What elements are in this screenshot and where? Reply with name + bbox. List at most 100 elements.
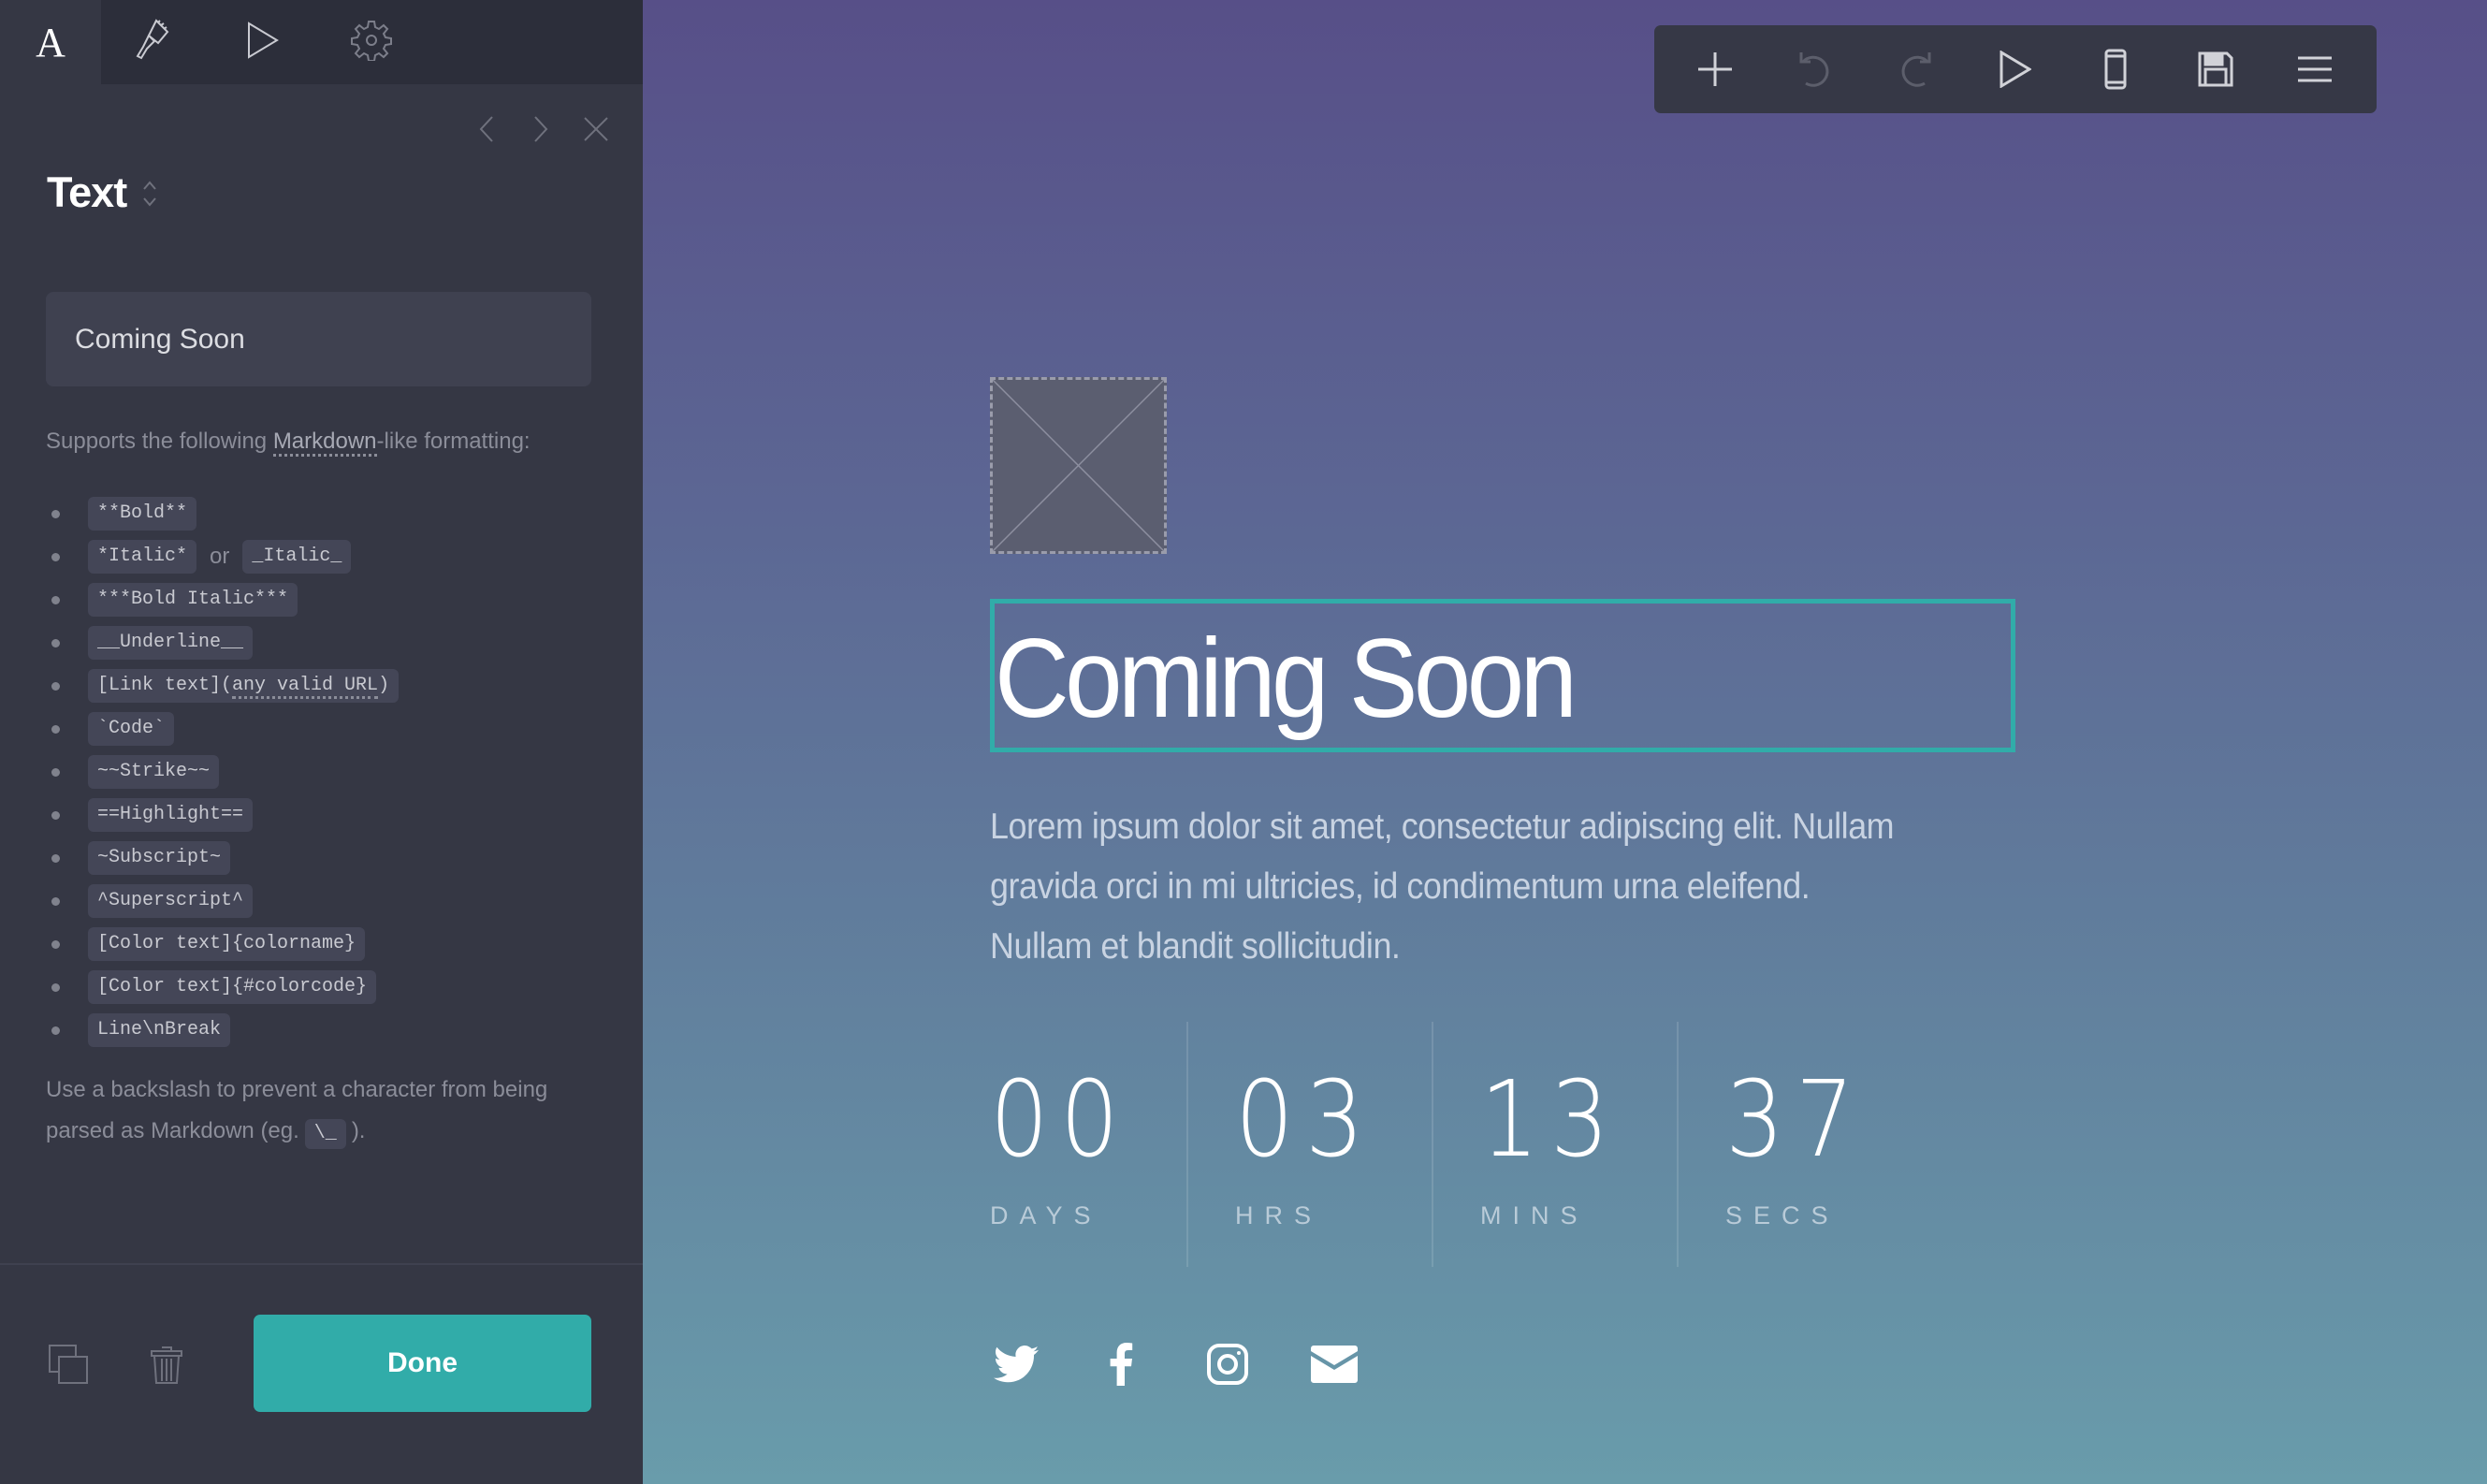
trash-icon	[151, 1346, 182, 1384]
format-code: __Underline__	[88, 626, 254, 660]
image-placeholder-icon	[993, 380, 1164, 551]
list-item: ^Superscript^	[46, 880, 399, 923]
markdown-format-list: **Bold** *Italic* or _Italic_ ***Bold Ital…	[46, 492, 400, 1052]
markdown-help-text: Supports the following Markdown-like for…	[46, 429, 531, 457]
list-item: [Color text]{#colorcode}	[46, 966, 399, 1009]
list-item: [Link text](any valid URL)	[46, 664, 400, 707]
countdown-label: DAYS	[990, 1201, 1102, 1229]
tab-settings[interactable]	[320, 0, 423, 84]
footer-divider	[0, 1263, 643, 1265]
tab-text[interactable]: A	[0, 0, 101, 84]
selected-heading-block[interactable]: Coming Soon	[990, 599, 2015, 752]
chevron-right-icon	[534, 116, 548, 142]
countdown-divider	[1186, 1022, 1188, 1267]
countdown-value: 13	[1480, 1059, 1622, 1181]
list-item: __Underline__	[46, 621, 399, 664]
add-block-button[interactable]	[1682, 36, 1748, 102]
list-item: ==Highlight==	[46, 793, 399, 837]
format-code: ~~Strike~~	[88, 755, 220, 789]
section-title: Text	[47, 168, 158, 217]
editor-panel: A Text Coming Soon Supports the followin…	[0, 0, 643, 1484]
format-code-url-hint: any valid URL	[232, 675, 379, 699]
format-code-link: [Link text](any valid URL)	[88, 669, 400, 703]
chevron-left-icon	[479, 116, 493, 142]
instagram-icon	[1207, 1344, 1248, 1385]
markdown-link[interactable]: Markdown	[272, 429, 377, 457]
floppy-disk-icon	[2198, 51, 2233, 87]
page-paragraph[interactable]: Lorem ipsum dolor sit amet, consectetur …	[990, 797, 1902, 977]
save-button[interactable]	[2183, 36, 2248, 102]
next-element-button[interactable]	[522, 110, 560, 148]
preview-button[interactable]	[1983, 36, 2048, 102]
countdown-value: 37	[1725, 1059, 1867, 1181]
countdown-value: 00	[990, 1059, 1131, 1181]
list-item: ***Bold Italic***	[46, 578, 399, 621]
redo-icon	[1901, 52, 1931, 87]
format-code: *Italic*	[88, 540, 197, 574]
countdown-value: 03	[1235, 1059, 1376, 1181]
tab-preview[interactable]	[211, 0, 314, 84]
format-code: **Bold**	[88, 497, 197, 531]
format-joiner: or	[210, 544, 230, 569]
backslash-note: Use a backslash to prevent a character f…	[46, 1069, 607, 1152]
sort-arrows-icon	[143, 180, 156, 207]
countdown-label: MINS	[1480, 1201, 1589, 1229]
tab-style[interactable]	[105, 0, 208, 84]
done-button[interactable]: Done	[254, 1315, 591, 1412]
list-item: Line\nBreak	[46, 1009, 399, 1052]
section-title-label: Text	[47, 168, 127, 216]
gear-icon	[351, 20, 392, 65]
close-panel-button[interactable]	[577, 110, 615, 148]
instagram-link[interactable]	[1201, 1338, 1254, 1390]
format-code: ^Superscript^	[88, 884, 254, 918]
format-code: ==Highlight==	[88, 798, 254, 832]
list-item: *Italic* or _Italic_	[46, 535, 399, 578]
editor-tab-bar: A	[0, 0, 643, 84]
countdown-divider	[1432, 1022, 1433, 1267]
play-icon	[247, 21, 279, 64]
text-style-icon: A	[36, 19, 65, 65]
email-icon	[1311, 1346, 1358, 1383]
main-toolbar	[1654, 25, 2377, 113]
page-heading[interactable]: Coming Soon	[995, 613, 1578, 744]
mobile-view-button[interactable]	[2083, 36, 2148, 102]
format-code: ~Subscript~	[88, 841, 231, 875]
countdown-label: HRS	[1235, 1201, 1323, 1229]
email-link[interactable]	[1308, 1338, 1360, 1390]
undo-button[interactable]	[1782, 36, 1848, 102]
text-content-input[interactable]	[46, 292, 591, 386]
delete-button[interactable]	[140, 1338, 193, 1390]
plus-icon	[1698, 52, 1733, 86]
countdown-label: SECS	[1725, 1201, 1840, 1229]
duplicate-icon	[49, 1345, 88, 1384]
backslash-example: \_	[304, 1119, 346, 1149]
image-placeholder[interactable]	[990, 377, 1167, 554]
menu-button[interactable]	[2282, 36, 2348, 102]
paintbrush-icon	[136, 18, 177, 66]
mobile-icon	[2104, 49, 2127, 90]
undo-icon	[1799, 52, 1829, 87]
format-code: Line\nBreak	[88, 1013, 231, 1047]
format-code: _Italic_	[242, 540, 352, 574]
list-item: **Bold**	[46, 492, 399, 535]
previous-element-button[interactable]	[468, 110, 505, 148]
format-code: `Code`	[88, 712, 175, 746]
facebook-icon	[1110, 1343, 1133, 1386]
countdown-divider	[1677, 1022, 1679, 1267]
list-item: ~Subscript~	[46, 837, 399, 880]
play-icon	[2000, 51, 2031, 88]
facebook-link[interactable]	[1095, 1338, 1147, 1390]
twitter-link[interactable]	[990, 1338, 1042, 1390]
redo-button[interactable]	[1883, 36, 1948, 102]
list-item: [Color text]{colorname}	[46, 923, 399, 966]
twitter-icon	[994, 1346, 1039, 1383]
hamburger-menu-icon	[2298, 56, 2333, 82]
format-code: [Color text]{#colorcode}	[88, 970, 377, 1004]
format-code: ***Bold Italic***	[88, 583, 298, 617]
list-item: ~~Strike~~	[46, 750, 399, 793]
duplicate-button[interactable]	[42, 1338, 95, 1390]
format-code: [Color text]{colorname}	[88, 927, 366, 961]
sort-toggle[interactable]	[141, 178, 158, 214]
close-icon	[584, 117, 608, 141]
list-item: `Code`	[46, 707, 399, 750]
